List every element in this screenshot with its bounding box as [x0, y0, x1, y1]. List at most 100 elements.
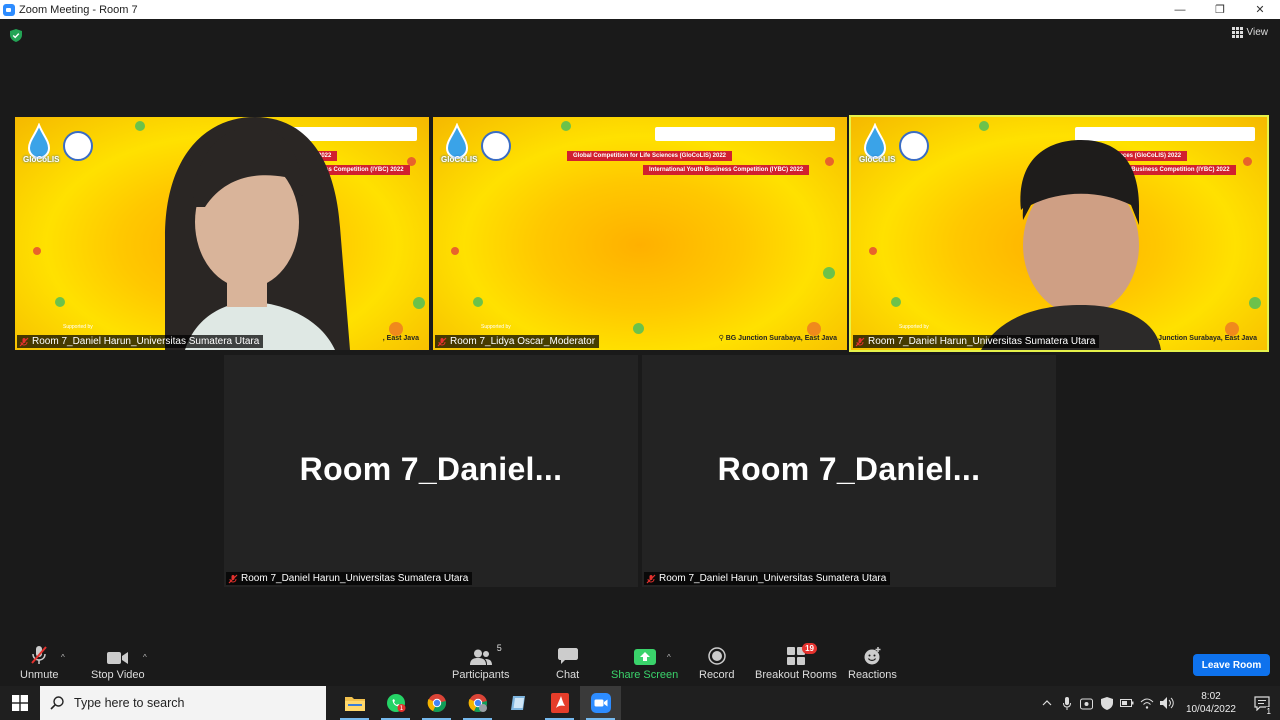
audio-options-caret-icon[interactable]: ^ [61, 653, 65, 662]
view-button[interactable]: View [1231, 27, 1268, 38]
supported-by-text: Supported by [481, 324, 511, 330]
video-tile-3-active-speaker[interactable]: GloCoLIS Sciences (GloCoLIS) 2022 Youth … [849, 115, 1269, 352]
windows-logo-icon [12, 695, 28, 711]
taskbar-chrome-1[interactable] [416, 686, 457, 720]
participant-name-label: Room 7_Daniel Harun_Universitas Sumatera… [226, 572, 473, 585]
record-icon [707, 647, 726, 665]
reactions-button[interactable]: Reactions [848, 647, 897, 681]
clock-time: 8:02 [1201, 691, 1221, 702]
meeting-area: View GloCoLIS GloCoLIS) 2022 Youth Busin… [0, 19, 1280, 637]
muted-mic-icon [19, 337, 29, 346]
video-tile-2[interactable]: GloCoLIS Global Competition for Life Sci… [433, 117, 847, 350]
globe-logo [63, 131, 93, 161]
taskbar-apps: 1 [334, 686, 621, 720]
unmute-button[interactable]: Unmute [20, 646, 59, 681]
taskbar-file-explorer[interactable] [334, 686, 375, 720]
chat-button[interactable]: Chat [556, 647, 579, 681]
participant-video-person [165, 117, 350, 350]
chrome-profile-icon [468, 694, 487, 713]
search-placeholder: Type here to search [74, 696, 185, 710]
tray-volume-icon[interactable] [1159, 696, 1174, 710]
taskbar-whatsapp[interactable]: 1 [375, 686, 416, 720]
zoom-app-icon [3, 3, 15, 16]
stop-video-label: Stop Video [91, 669, 145, 681]
reactions-label: Reactions [848, 669, 897, 681]
participant-name: Room 7_Daniel Harun_Universitas Sumatera… [32, 336, 260, 347]
whatsapp-badge: 1 [399, 705, 403, 712]
participant-name: Room 7_Lidya Oscar_Moderator [450, 336, 596, 347]
tray-defender-shield-icon[interactable] [1100, 696, 1114, 710]
location-text: ⚲ BG Junction Surabaya, East Java [718, 335, 837, 342]
window-titlebar: Zoom Meeting - Room 7 — ❐ ✕ [0, 0, 1280, 19]
participants-count: 5 [496, 643, 502, 653]
location-pin-icon: ⚲ [718, 335, 726, 342]
video-options-caret-icon[interactable]: ^ [143, 653, 147, 662]
taskbar-clock[interactable]: 8:02 10/04/2022 [1186, 690, 1236, 716]
grid-view-icon [1231, 27, 1243, 38]
share-screen-label: Share Screen [611, 669, 679, 681]
video-off-tile-1[interactable]: Room 7_Daniel... Room 7_Daniel Harun_Uni… [224, 355, 638, 587]
taskbar-chrome-2[interactable] [457, 686, 498, 720]
participant-video-person [981, 140, 1161, 350]
close-button[interactable]: ✕ [1240, 0, 1280, 19]
video-tile-1[interactable]: GloCoLIS GloCoLIS) 2022 Youth Business C… [15, 117, 429, 350]
mic-muted-icon [31, 646, 48, 664]
participant-display-name: Room 7_Daniel... [717, 451, 981, 487]
pdf-reader-icon [550, 693, 569, 713]
meeting-toolbar: Unmute ^ Stop Video ^ 5 Participants Cha… [0, 637, 1280, 686]
search-icon [50, 696, 64, 710]
participant-display-name: Room 7_Daniel... [299, 451, 563, 487]
participant-name-label: Room 7_Daniel Harun_Universitas Sumatera… [853, 335, 1100, 348]
location-text: Junction Surabaya, East Java [1158, 335, 1257, 342]
participant-name: Room 7_Daniel Harun_Universitas Sumatera… [241, 573, 469, 584]
record-button[interactable]: Record [699, 647, 734, 681]
taskbar-notes-app[interactable] [498, 686, 539, 720]
window-controls: — ❐ ✕ [1160, 0, 1280, 19]
leave-room-button[interactable]: Leave Room [1193, 654, 1270, 676]
taskbar-pdf-reader[interactable] [539, 686, 580, 720]
unmute-label: Unmute [20, 669, 59, 681]
taskbar-zoom[interactable] [580, 686, 621, 720]
chrome-icon [427, 694, 446, 713]
notification-count: 1 [1265, 707, 1272, 716]
restore-button[interactable]: ❐ [1200, 0, 1240, 19]
share-options-caret-icon[interactable]: ^ [667, 653, 671, 662]
minimize-button[interactable]: — [1160, 0, 1200, 19]
muted-mic-icon [855, 337, 865, 346]
security-shield-icon[interactable] [10, 29, 22, 42]
participant-name-label: Room 7_Lidya Oscar_Moderator [435, 335, 600, 348]
notification-center-button[interactable]: 1 [1250, 686, 1274, 720]
participant-name-label: Room 7_Daniel Harun_Universitas Sumatera… [17, 335, 264, 348]
tray-wifi-icon[interactable] [1140, 696, 1154, 710]
start-button[interactable] [0, 686, 40, 720]
participant-name-label: Room 7_Daniel Harun_Universitas Sumatera… [644, 572, 891, 585]
participants-label: Participants [452, 669, 510, 681]
glocolis-logo-text: GloCoLIS [859, 155, 896, 164]
banner-title-2: International Youth Business Competition… [643, 165, 810, 175]
stop-video-button[interactable]: Stop Video [91, 647, 145, 681]
taskbar-search-box[interactable]: Type here to search [40, 686, 326, 720]
tray-microphone-icon[interactable] [1060, 696, 1074, 710]
participant-name: Room 7_Daniel Harun_Universitas Sumatera… [659, 573, 887, 584]
window-title: Zoom Meeting - Room 7 [19, 3, 138, 16]
clock-date: 10/04/2022 [1185, 704, 1236, 715]
folder-icon [344, 697, 365, 711]
muted-mic-icon [437, 337, 447, 346]
participants-button[interactable]: 5 Participants [452, 643, 510, 681]
zoom-icon [590, 693, 611, 713]
muted-mic-icon [228, 574, 238, 583]
glocolis-logo-text: GloCoLIS [23, 155, 60, 164]
tray-app-icon[interactable] [1080, 696, 1094, 710]
reactions-smiley-icon [864, 647, 881, 665]
sponsor-logos-strip [655, 127, 835, 141]
tray-battery-icon[interactable] [1119, 696, 1134, 710]
location-text: , East Java [382, 335, 419, 342]
participant-name: Room 7_Daniel Harun_Universitas Sumatera… [868, 336, 1096, 347]
tray-overflow-chevron-icon[interactable] [1040, 696, 1054, 710]
breakout-rooms-badge: 19 [802, 643, 817, 654]
breakout-rooms-button[interactable]: 19 Breakout Rooms [755, 643, 837, 681]
windows-taskbar: Type here to search 1 8:02 10/04/2022 1 [0, 686, 1280, 720]
chat-bubble-icon [557, 648, 578, 664]
participants-icon [469, 649, 492, 665]
video-off-tile-2[interactable]: Room 7_Daniel... Room 7_Daniel Harun_Uni… [642, 355, 1056, 587]
